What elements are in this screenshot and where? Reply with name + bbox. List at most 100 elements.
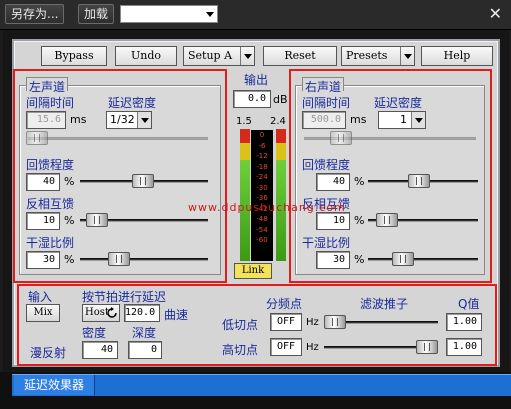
- right-interval-label: 间隔时间: [302, 96, 351, 110]
- beat-sync-label: 按节拍进行延迟: [82, 290, 167, 304]
- plugin-frame: Bypass Undo Setup A Reset Presets Help 左…: [3, 30, 509, 372]
- chevron-down-icon: [206, 12, 214, 17]
- right-interval-field[interactable]: 500.0: [302, 111, 346, 129]
- high-cut-field[interactable]: OFF: [270, 338, 302, 356]
- left-drywet-unit: %: [64, 253, 75, 266]
- output-gain-field[interactable]: 0.0: [233, 90, 271, 108]
- meter-tick: -6: [258, 141, 266, 150]
- left-interval-slider-track[interactable]: [28, 137, 208, 140]
- low-cut-slider-handle[interactable]: [324, 315, 346, 329]
- setup-value: Setup A: [188, 49, 233, 62]
- meter-tick: -18: [256, 162, 268, 171]
- high-q-field[interactable]: 1.00: [446, 338, 482, 356]
- left-interval-unit: ms: [70, 113, 87, 126]
- setup-select[interactable]: Setup A: [183, 46, 255, 66]
- output-unit: dB: [273, 93, 288, 106]
- high-cut-slider-handle[interactable]: [416, 340, 438, 354]
- status-bar: 延迟效果器: [0, 372, 511, 409]
- right-density-value: 1: [400, 113, 407, 126]
- density-label: 密度: [82, 326, 107, 340]
- left-invert-field[interactable]: 10: [26, 212, 60, 230]
- left-feedback-label: 回馈程度: [26, 158, 75, 172]
- crossover-label: 分频点: [266, 297, 303, 311]
- right-feedback-field[interactable]: 40: [316, 173, 350, 191]
- right-invert-slider-handle[interactable]: [376, 213, 398, 227]
- left-interval-label: 间隔时间: [26, 96, 75, 110]
- left-invert-unit: %: [64, 214, 75, 227]
- right-invert-field[interactable]: 10: [316, 212, 350, 230]
- chevron-down-icon: [411, 112, 425, 128]
- link-button[interactable]: Link: [234, 263, 272, 279]
- left-drywet-field[interactable]: 30: [26, 251, 60, 269]
- left-feedback-slider-handle[interactable]: [132, 174, 154, 188]
- peak-right-readout: 2.4: [270, 116, 286, 127]
- output-label: 输出: [244, 73, 269, 87]
- refresh-icon: [107, 307, 117, 318]
- presets-label: Presets: [346, 49, 388, 62]
- right-density-select[interactable]: 1: [378, 111, 426, 129]
- left-interval-slider-handle[interactable]: [26, 131, 48, 145]
- tempo-field[interactable]: 120.0: [124, 304, 160, 322]
- right-feedback-slider-handle[interactable]: [408, 174, 430, 188]
- right-drywet-field[interactable]: 30: [316, 251, 350, 269]
- meter-tick: -48: [256, 215, 268, 223]
- undo-button[interactable]: Undo: [115, 46, 177, 66]
- low-cut-unit: Hz: [306, 317, 319, 328]
- help-button[interactable]: Help: [421, 46, 493, 66]
- plugin-toolbar: Bypass Undo Setup A Reset Presets Help: [23, 46, 493, 66]
- density-field[interactable]: 40: [82, 341, 118, 359]
- meter-right-red: [276, 129, 286, 143]
- right-channel-group: 右声道 间隔时间 延迟密度 500.0 ms 1 回馈程度 40 % 反相互馈 …: [295, 77, 485, 275]
- right-drywet-slider-handle[interactable]: [392, 252, 414, 266]
- high-cut-unit: Hz: [306, 342, 319, 353]
- right-channel-title: 右声道: [302, 77, 345, 94]
- reset-button[interactable]: Reset: [263, 46, 337, 66]
- right-drywet-slider-track[interactable]: [368, 258, 478, 261]
- meter-tick: -54: [256, 225, 268, 234]
- left-channel-title: 左声道: [26, 77, 69, 94]
- left-invert-slider-handle[interactable]: [86, 213, 108, 227]
- right-drywet-label: 干湿比例: [302, 236, 351, 250]
- meter-left-red: [240, 129, 250, 143]
- host-sync-value: Host: [85, 307, 109, 318]
- q-label: Q值: [458, 297, 480, 311]
- watermark-text: www.ddpushuchang.com: [188, 201, 346, 214]
- right-invert-unit: %: [354, 214, 365, 227]
- close-icon[interactable]: ✕: [489, 4, 502, 24]
- low-q-field[interactable]: 1.00: [446, 313, 482, 331]
- right-feedback-label: 回馈程度: [302, 158, 351, 172]
- filter-slope-label: 滤波推子: [360, 297, 409, 311]
- meter-tick: 0: [259, 131, 265, 139]
- presets-select[interactable]: Presets: [341, 46, 415, 66]
- right-interval-slider-handle[interactable]: [330, 131, 352, 145]
- left-feedback-unit: %: [64, 175, 75, 188]
- host-sync-button[interactable]: Host: [82, 304, 120, 322]
- left-feedback-field[interactable]: 40: [26, 173, 60, 191]
- plugin-tab[interactable]: 延迟效果器: [14, 375, 96, 395]
- left-interval-field[interactable]: 15.6: [26, 111, 66, 129]
- meter-tick: -12: [256, 152, 268, 160]
- high-cut-label: 高切点: [222, 343, 259, 357]
- host-preset-select[interactable]: [120, 5, 218, 23]
- left-drywet-slider-track[interactable]: [80, 258, 208, 261]
- depth-field[interactable]: 0: [128, 341, 162, 359]
- low-cut-label: 低切点: [222, 318, 259, 332]
- bypass-button[interactable]: Bypass: [41, 46, 107, 66]
- left-density-label: 延迟密度: [108, 96, 157, 110]
- chevron-down-icon: [400, 47, 414, 65]
- meter-tick: -24: [256, 173, 268, 181]
- depth-label: 深度: [132, 326, 157, 340]
- left-drywet-slider-handle[interactable]: [108, 252, 130, 266]
- left-drywet-label: 干湿比例: [26, 236, 75, 250]
- meter-scale: 0 -6 -12 -18 -24 -30 -36 -42 -48 -54 -60: [251, 130, 273, 261]
- low-cut-field[interactable]: OFF: [270, 313, 302, 331]
- diffuse-label: 漫反射: [30, 346, 67, 360]
- left-density-value: 1/32: [110, 113, 135, 126]
- left-density-select[interactable]: 1/32: [106, 111, 152, 129]
- input-mix-button[interactable]: Mix: [26, 304, 60, 322]
- plugin-panel: Bypass Undo Setup A Reset Presets Help 左…: [12, 39, 500, 367]
- save-as-button[interactable]: 另存为...: [5, 4, 65, 24]
- right-interval-unit: ms: [350, 113, 367, 126]
- meter-left: [240, 129, 250, 261]
- load-button[interactable]: 加载: [78, 4, 115, 24]
